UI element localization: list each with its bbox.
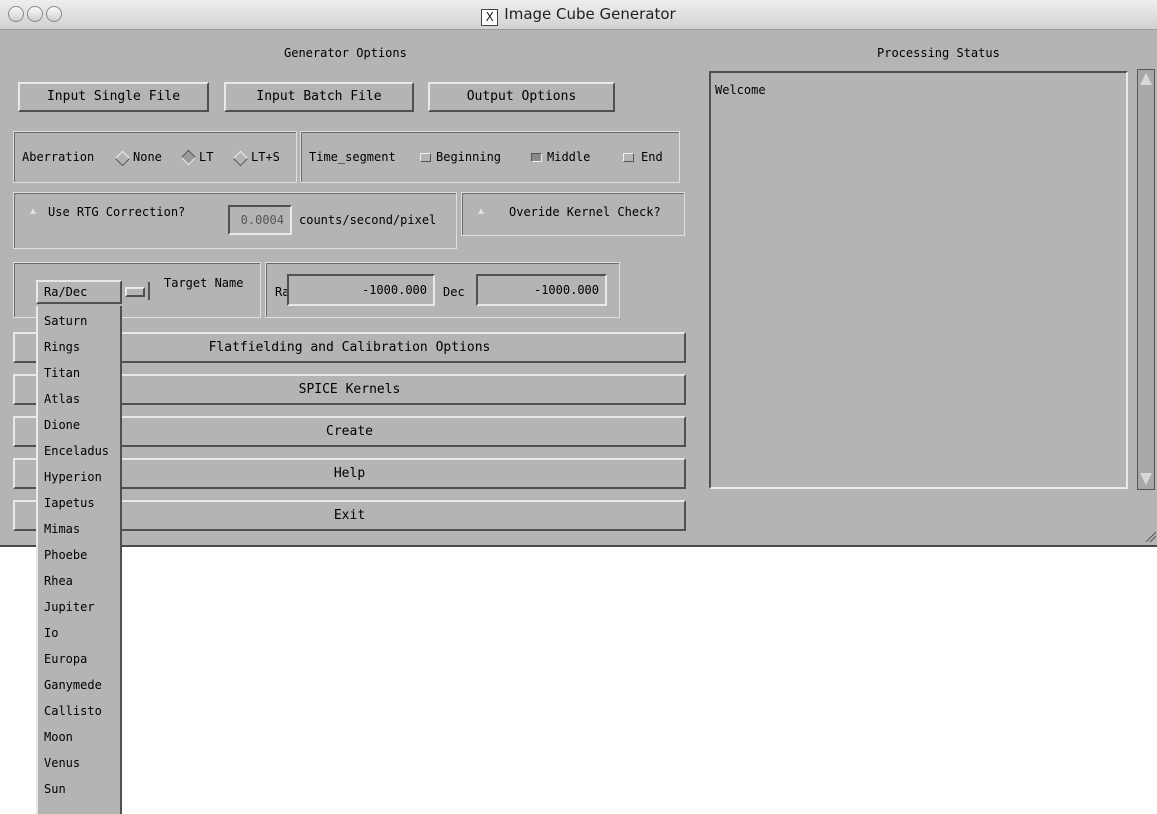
aberration-lt-label: LT — [199, 150, 214, 164]
processing-status-textarea[interactable]: Welcome — [709, 71, 1128, 489]
input-batch-file-button[interactable]: Input Batch File — [224, 82, 414, 112]
target-dropdown-list[interactable]: Saturn Rings Titan Atlas Dione Enceladus Hyper… — [36, 306, 122, 814]
target-option-europa[interactable]: Europa — [44, 652, 87, 666]
processing-status-heading: Processing Status — [877, 46, 1000, 60]
rtg-value-field[interactable]: 0.0004 — [228, 205, 292, 235]
status-scrollbar[interactable] — [1137, 69, 1155, 490]
aberration-lts-label: LT+S — [251, 150, 280, 164]
time-end-checkbox[interactable] — [623, 153, 634, 162]
input-single-file-button[interactable]: Input Single File — [18, 82, 209, 112]
app-window: X Image Cube Generator Generator Options … — [0, 0, 1157, 547]
target-option-venus[interactable]: Venus — [44, 756, 80, 770]
target-dropdown-selected[interactable]: Ra/Dec — [36, 280, 122, 304]
output-options-button[interactable]: Output Options — [428, 82, 615, 112]
target-option-mimas[interactable]: Mimas — [44, 522, 80, 536]
time-middle-checkbox[interactable] — [531, 153, 542, 162]
ra-input[interactable]: -1000.000 — [287, 274, 435, 306]
target-option-jupiter[interactable]: Jupiter — [44, 600, 95, 614]
target-option-io[interactable]: Io — [44, 626, 58, 640]
override-kernel-label: Overide Kernel Check? — [509, 205, 661, 219]
target-option-iapetus[interactable]: Iapetus — [44, 496, 95, 510]
title-bar[interactable]: X Image Cube Generator — [0, 0, 1157, 30]
target-option-saturn[interactable]: Saturn — [44, 314, 87, 328]
target-option-enceladus[interactable]: Enceladus — [44, 444, 109, 458]
target-option-ganymede[interactable]: Ganymede — [44, 678, 102, 692]
scroll-down-arrow-icon[interactable] — [1140, 473, 1152, 485]
target-option-rhea[interactable]: Rhea — [44, 574, 73, 588]
target-option-titan[interactable]: Titan — [44, 366, 80, 380]
status-text: Welcome — [715, 83, 766, 97]
target-option-moon[interactable]: Moon — [44, 730, 73, 744]
target-option-hyperion[interactable]: Hyperion — [44, 470, 102, 484]
target-option-sun[interactable]: Sun — [44, 782, 66, 796]
target-option-callisto[interactable]: Callisto — [44, 704, 102, 718]
target-option-atlas[interactable]: Atlas — [44, 392, 80, 406]
window-title: X Image Cube Generator — [0, 5, 1157, 26]
target-name-label: Target Name — [164, 276, 244, 290]
time-middle-label: Middle — [547, 150, 591, 164]
rtg-units-label: counts/second/pixel — [299, 213, 437, 227]
target-dropdown-toggle[interactable] — [125, 287, 145, 297]
time-beginning-label: Beginning — [436, 150, 502, 164]
x11-icon: X — [481, 9, 499, 26]
target-option-rings[interactable]: Rings — [44, 340, 80, 354]
dec-label: Dec — [443, 285, 465, 299]
aberration-label: Aberration — [22, 150, 95, 164]
rtg-toggle[interactable] — [30, 208, 36, 214]
rtg-label: Use RTG Correction? — [48, 205, 186, 219]
scroll-up-arrow-icon[interactable] — [1140, 73, 1152, 85]
time-end-label: End — [641, 150, 663, 164]
time-beginning-checkbox[interactable] — [420, 153, 431, 162]
generator-options-heading: Generator Options — [284, 46, 407, 60]
target-option-dione[interactable]: Dione — [44, 418, 80, 432]
aberration-none-label: None — [133, 150, 162, 164]
dropdown-divider — [148, 282, 150, 300]
time-segment-label: Time_segment — [309, 150, 396, 164]
override-kernel-toggle[interactable] — [478, 208, 484, 214]
resize-grip-icon[interactable] — [1144, 530, 1156, 542]
dec-input[interactable]: -1000.000 — [476, 274, 607, 306]
target-option-phoebe[interactable]: Phoebe — [44, 548, 87, 562]
